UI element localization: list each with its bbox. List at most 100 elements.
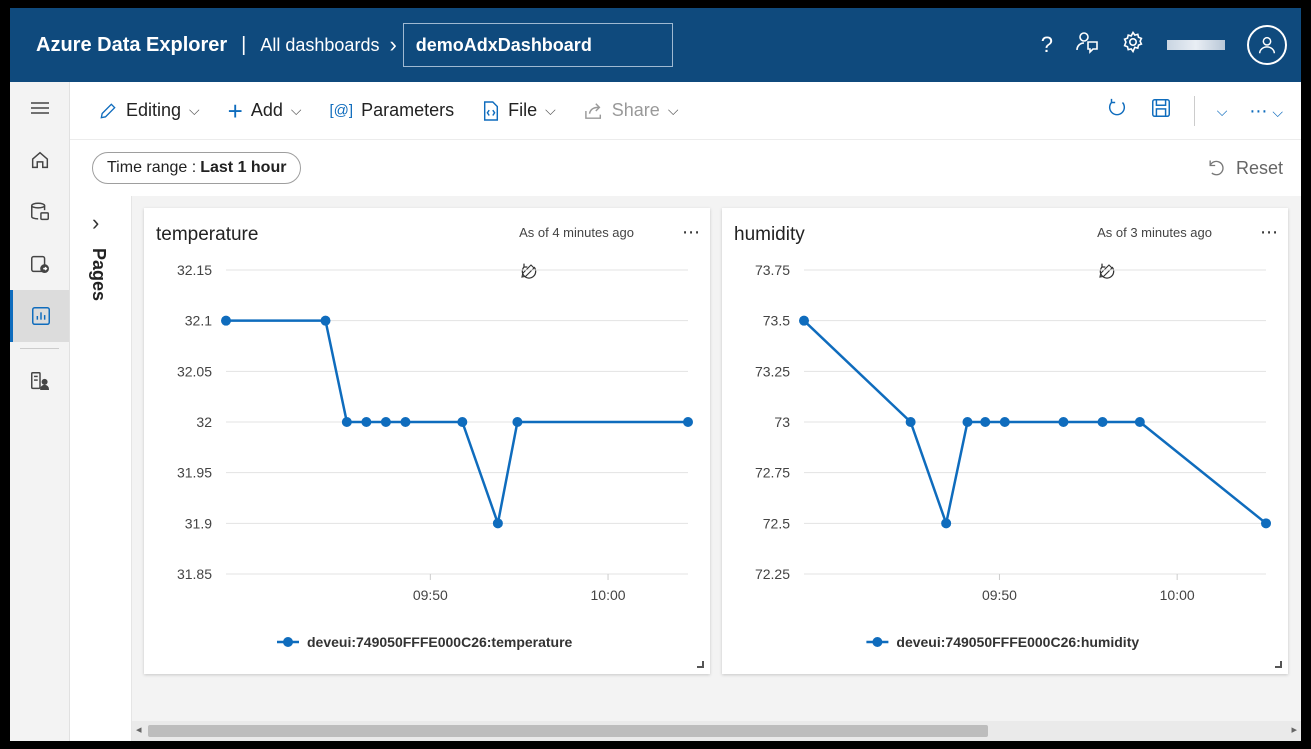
chevron-down-icon: ⌵ [545,102,556,118]
tile-title: humidity [734,224,805,245]
y-tick-label: 72.25 [755,566,790,582]
data-point [320,315,331,326]
refresh-icon[interactable] [1106,97,1128,125]
share-icon [584,102,601,119]
data-point [1134,417,1145,427]
filter-bar: Time range : Last 1 hour Reset [70,140,1301,196]
undo-icon [1209,160,1224,176]
file-button[interactable]: File ⌵ [482,100,556,121]
data-point [683,417,693,427]
y-tick-label: 31.9 [185,515,212,531]
help-icon[interactable]: ? [1041,32,1053,58]
hamburger-icon[interactable] [10,82,69,134]
tile-humidity[interactable]: humidity As of 3 minutes ago ⋯ 73.75 73.5… [722,208,1288,674]
y-tick-label: 73.5 [763,313,790,329]
data-point [341,417,352,427]
y-tick-label: 32 [196,414,212,430]
share-button[interactable]: Share ⌵ [584,100,679,121]
x-tick-label: 10:00 [591,587,626,603]
x-tick-label: 09:50 [982,587,1017,603]
tile-temperature[interactable]: temperature As of 4 minutes ago ⋯ 32.15 3… [144,208,710,674]
scroll-right-icon[interactable]: ▸ [1291,723,1297,736]
resize-handle-icon[interactable] [1275,661,1282,668]
avatar[interactable] [1247,25,1287,65]
y-tick-label: 31.95 [177,465,212,481]
y-tick-label: 73.25 [755,363,790,379]
expand-pages-chevron-icon[interactable]: › [92,210,99,236]
data-point [1097,417,1108,427]
file-label: File [508,100,538,120]
y-tick-label: 32.1 [185,313,212,329]
reset-label: Reset [1235,157,1283,178]
reset-button[interactable]: Reset [1206,140,1283,196]
y-tick-label: 73.75 [755,262,790,278]
data-point [512,417,523,427]
tile-actions: As of 3 minutes ago ⋯ [1097,222,1278,279]
tile-refresh-time: As of 4 minutes ago [519,225,634,240]
all-dashboards-link[interactable]: All dashboards [260,35,379,56]
data-icon[interactable] [10,186,69,238]
data-point [221,315,231,326]
more-options-icon[interactable]: ⋯ ⌵ [1249,101,1283,122]
header-actions: ? [1041,8,1287,82]
time-range-value: Last 1 hour [200,159,287,176]
breadcrumb-chevron-icon: › [389,32,397,57]
dashboards-icon[interactable] [10,290,69,342]
y-tick-label: 31.85 [177,566,212,582]
save-options-chevron-icon[interactable]: ⌵ [1217,103,1228,120]
gear-icon[interactable] [1121,30,1145,60]
add-button[interactable]: + Add ⌵ [228,98,302,124]
file-icon [484,100,499,121]
top-header: Azure Data Explorer | All dashboards › d… [10,8,1301,82]
toolbar-divider [1193,96,1195,126]
data-point [1261,518,1271,529]
dashboard-name-field[interactable]: demoAdxDashboard [402,23,673,67]
app-window: Azure Data Explorer | All dashboards › d… [10,8,1301,741]
y-tick-label: 72.75 [755,465,790,481]
home-icon[interactable] [10,134,69,186]
data-point [941,518,952,529]
data-point [400,417,411,427]
y-tick-label: 32.05 [177,363,212,379]
data-point [999,417,1010,427]
dashboard-name-text: demoAdxDashboard [415,34,592,55]
chevron-down-icon: ⌵ [667,102,679,118]
legend-marker [872,637,883,647]
more-icon[interactable]: ⋯ [682,222,700,243]
scrollbar-thumb[interactable] [148,725,988,737]
parameters-button[interactable]: [@] Parameters [330,100,455,121]
tile-title: temperature [156,224,259,245]
y-tick-label: 73 [774,414,790,430]
app-title[interactable]: Azure Data Explorer [36,34,227,57]
plus-icon: + [227,95,243,126]
data-point [905,417,916,427]
left-nav-rail [10,82,70,741]
editing-label: Editing [126,100,182,120]
add-label: Add [250,100,283,120]
user-name-redacted[interactable] [1167,40,1225,50]
toolbar-right-actions: ⌵ ⋯ ⌵ [1106,82,1283,140]
pages-label: Pages [89,248,109,302]
time-range-pill[interactable]: Time range : Last 1 hour [92,152,302,184]
y-tick-label: 72.5 [763,515,790,531]
horizontal-scrollbar[interactable]: ◂ ▸ [132,721,1301,741]
dashboard-toolbar: Editing ⌵ + Add ⌵ [@] Parameters File ⌵ … [70,82,1301,140]
chevron-down-icon: ⌵ [189,102,200,118]
save-icon[interactable] [1150,97,1172,125]
editing-button[interactable]: Editing ⌵ [98,100,200,121]
data-point [980,417,991,427]
pages-pane[interactable]: › Pages [70,196,132,741]
resize-handle-icon[interactable] [697,661,704,668]
monitoring-icon[interactable] [10,355,69,407]
data-point [380,417,391,427]
time-range-prefix: Time range : [107,159,197,176]
y-tick-label: 32.15 [177,262,212,278]
data-point [799,315,809,326]
query-icon[interactable] [10,238,69,290]
chevron-down-icon: ⌵ [290,102,302,118]
scroll-left-icon[interactable]: ◂ [136,723,142,736]
legend-label: deveui:749050FFFE000C26:humidity [896,634,1139,650]
feedback-icon[interactable] [1075,30,1099,60]
more-icon[interactable]: ⋯ [1260,222,1278,243]
data-point [457,417,468,427]
